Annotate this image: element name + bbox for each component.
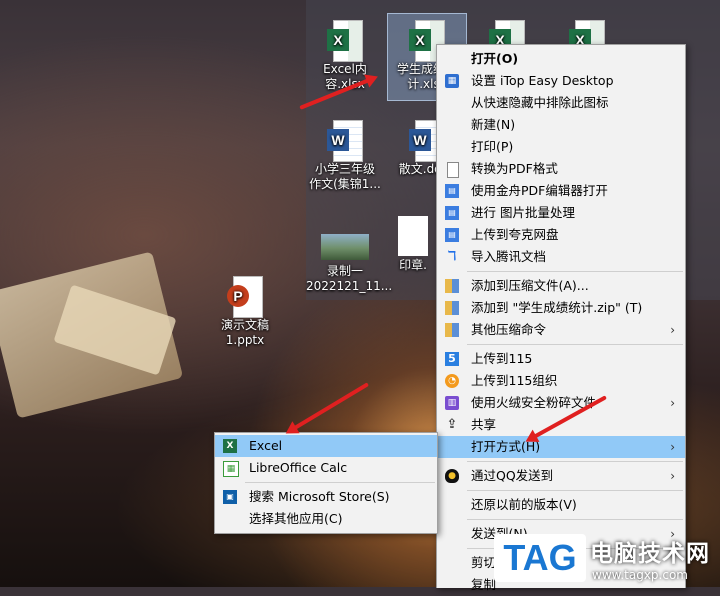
menu-item-tencent-docs[interactable]: ℸ 导入腾讯文档 (437, 246, 685, 268)
menu-item-print[interactable]: 打印(P) (437, 136, 685, 158)
menu-item-huorong-shred[interactable]: ▥ 使用火绒安全粉碎文件 › (437, 392, 685, 414)
desktop-icon-label: 印章. (399, 258, 427, 272)
menu-item-add-archive[interactable]: 添加到压缩文件(A)... (437, 275, 685, 297)
archive-icon (445, 301, 459, 315)
upload-115-org-icon: ◔ (445, 374, 459, 388)
open-with-libreoffice-calc[interactable]: ▦ LibreOffice Calc (215, 457, 437, 479)
desktop-icon-recording[interactable]: 录制一 2022121_11... (306, 222, 393, 294)
context-menu: 打开(O) ▦ 设置 iTop Easy Desktop 从快速隐藏中排除此图标… (436, 44, 686, 592)
upload-115-icon: 5 (445, 352, 459, 366)
powerpoint-file-icon: P (227, 276, 263, 318)
desktop-icon-label: 演示文稿 1.pptx (220, 318, 269, 347)
word-file-icon: W (327, 120, 363, 162)
menu-separator (467, 519, 683, 520)
archive-icon (445, 323, 459, 337)
share-icon: ⇪ (446, 417, 458, 432)
tencent-docs-icon: ℸ (447, 249, 457, 264)
watermark-logo: TAG (494, 534, 586, 582)
desktop-icon-seal[interactable]: 印章. (388, 210, 438, 294)
menu-item-share[interactable]: ⇪ 共享 (437, 414, 685, 436)
open-with-microsoft-store[interactable]: ▣ 搜索 Microsoft Store(S) (215, 486, 437, 508)
pdf-editor-icon: ▤ (445, 184, 459, 198)
menu-item-send-via-qq[interactable]: ● 通过QQ发送到 › (437, 465, 685, 487)
menu-item-upload-115[interactable]: 5 上传到115 (437, 348, 685, 370)
menu-item-image-batch[interactable]: ▤ 进行 图片批量处理 (437, 202, 685, 224)
open-with-choose-other[interactable]: 选择其他应用(C) (215, 508, 437, 530)
menu-item-open[interactable]: 打开(O) (437, 48, 685, 70)
microsoft-store-icon: ▣ (223, 490, 237, 504)
menu-separator (467, 271, 683, 272)
desktop-icon-essay[interactable]: W 小学三年级 作文(集锦1... (306, 114, 384, 204)
menu-item-exclude-quick-hide[interactable]: 从快速隐藏中排除此图标 (437, 92, 685, 114)
menu-item-upload-115-org[interactable]: ◔ 上传到115组织 (437, 370, 685, 392)
desktop-icon-label: 小学三年级 作文(集锦1... (309, 162, 381, 191)
menu-item-upload-quark[interactable]: ▤ 上传到夸克网盘 (437, 224, 685, 246)
chevron-right-icon: › (670, 323, 675, 337)
image-batch-icon: ▤ (445, 206, 459, 220)
menu-item-itop-easy-desktop[interactable]: ▦ 设置 iTop Easy Desktop (437, 70, 685, 92)
menu-item-new[interactable]: 新建(N) (437, 114, 685, 136)
watermark-title: 电脑技术网 (590, 541, 710, 567)
menu-item-open-with[interactable]: 打开方式(H) › (437, 436, 685, 458)
document-icon (447, 162, 459, 178)
desktop-icon-presentation[interactable]: P 演示文稿 1.pptx (206, 270, 284, 358)
excel-file-icon: X (327, 20, 363, 62)
menu-item-restore-versions[interactable]: 还原以前的版本(V) (437, 494, 685, 516)
qq-icon: ● (445, 469, 459, 483)
chevron-right-icon: › (670, 469, 675, 483)
libreoffice-calc-icon: ▦ (223, 461, 239, 477)
menu-separator (467, 461, 683, 462)
chevron-right-icon: › (670, 396, 675, 410)
open-with-excel[interactable]: X Excel (215, 435, 437, 457)
excel-icon: X (223, 439, 237, 453)
itop-grid-icon: ▦ (445, 74, 459, 88)
menu-separator (467, 344, 683, 345)
menu-item-convert-pdf[interactable]: 转换为PDF格式 (437, 158, 685, 180)
watermark-url: www.tagxp.com (592, 568, 688, 582)
menu-item-other-compress[interactable]: 其他压缩命令 › (437, 319, 685, 341)
chevron-right-icon: › (670, 440, 675, 454)
document-icon (398, 216, 428, 256)
shredder-icon: ▥ (445, 396, 459, 410)
menu-item-open-pdf-editor[interactable]: ▤ 使用金舟PDF编辑器打开 (437, 180, 685, 202)
open-with-submenu: X Excel ▦ LibreOffice Calc ▣ 搜索 Microsof… (214, 432, 438, 534)
video-thumbnail (321, 234, 369, 260)
menu-item-add-to-zip[interactable]: 添加到 "学生成绩统计.zip" (T) (437, 297, 685, 319)
cloud-upload-icon: ▤ (445, 228, 459, 242)
menu-separator (245, 482, 435, 483)
desktop-icon-label: 录制一 2022121_11... (306, 264, 393, 293)
archive-icon (445, 279, 459, 293)
menu-separator (467, 490, 683, 491)
watermark: TAG 电脑技术网 www.tagxp.com (494, 532, 720, 587)
